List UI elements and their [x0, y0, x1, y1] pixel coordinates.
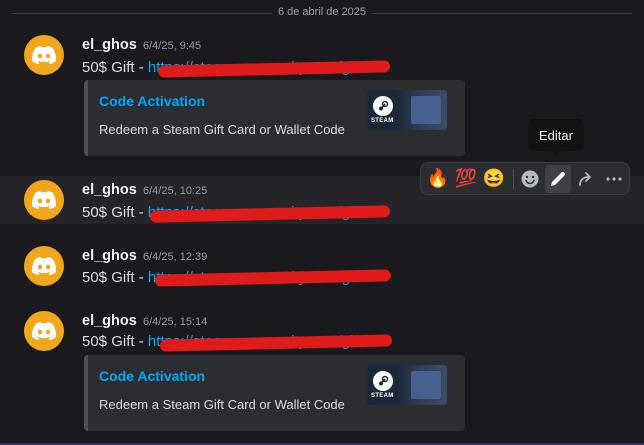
reaction-100-button[interactable]: 💯 — [453, 165, 479, 193]
edit-message-button[interactable] — [545, 164, 572, 193]
avatar[interactable] — [24, 246, 64, 286]
discord-logo-icon — [32, 322, 56, 340]
author-name[interactable]: el_ghos — [82, 248, 137, 264]
avatar[interactable] — [24, 180, 64, 220]
steam-logo-icon — [373, 371, 393, 391]
embed-thumbnail[interactable]: STEAM — [367, 90, 447, 130]
embed-card: Code Activation Redeem a Steam Gift Card… — [84, 80, 465, 156]
author-name[interactable]: el_ghos — [82, 182, 137, 198]
message-text: 50$ Gift - — [82, 59, 148, 76]
discord-logo-icon — [32, 257, 56, 275]
timestamp: 6/4/25, 9:45 — [143, 40, 202, 52]
embed-description: Redeem a Steam Gift Card or Wallet Code — [99, 122, 345, 137]
more-dots-icon — [606, 176, 622, 181]
embed-thumbnail[interactable]: STEAM — [367, 365, 447, 405]
more-options-button[interactable] — [601, 165, 627, 193]
message-text: 50$ Gift - — [82, 204, 148, 221]
forward-arrow-icon — [579, 171, 592, 186]
add-reaction-button[interactable] — [518, 165, 544, 193]
pencil-icon — [551, 171, 566, 186]
timestamp: 6/4/25, 12:39 — [143, 251, 208, 263]
message-4[interactable]: el_ghos 6/4/25, 15:14 50$ Gift - https:/… — [0, 306, 644, 436]
steam-logo-icon — [373, 96, 393, 116]
thumb-label: STEAM — [371, 393, 394, 399]
avatar[interactable] — [24, 35, 64, 75]
thumb-screen — [411, 96, 441, 124]
thumb-screen — [411, 371, 441, 399]
forward-button[interactable] — [573, 165, 599, 193]
discord-logo-icon — [32, 46, 56, 64]
timestamp: 6/4/25, 15:14 — [143, 316, 208, 328]
edit-tooltip: Editar — [528, 119, 584, 156]
message-text: 50$ Gift - — [82, 269, 148, 286]
timestamp: 6/4/25, 10:25 — [143, 185, 208, 197]
reaction-laugh-button[interactable]: 😆 — [481, 165, 507, 193]
embed-title[interactable]: Code Activation — [99, 93, 205, 109]
thumb-label: STEAM — [371, 118, 394, 124]
avatar[interactable] — [24, 311, 64, 351]
discord-logo-icon — [32, 191, 56, 209]
embed-description: Redeem a Steam Gift Card or Wallet Code — [99, 397, 345, 412]
author-name[interactable]: el_ghos — [82, 37, 137, 53]
author-name[interactable]: el_ghos — [82, 313, 137, 329]
message-text: 50$ Gift - — [82, 333, 148, 350]
embed-card: Code Activation Redeem a Steam Gift Card… — [84, 355, 465, 431]
smile-icon — [521, 170, 539, 187]
message-hover-toolbar: 🔥 💯 😆 — [420, 162, 630, 195]
toolbar-separator — [512, 168, 514, 189]
date-divider-label: 6 de abril de 2025 — [271, 6, 373, 18]
reaction-fire-button[interactable]: 🔥 — [425, 165, 451, 193]
message-3[interactable]: el_ghos 6/4/25, 12:39 50$ Gift - https:/… — [0, 242, 644, 290]
embed-title[interactable]: Code Activation — [99, 368, 205, 384]
